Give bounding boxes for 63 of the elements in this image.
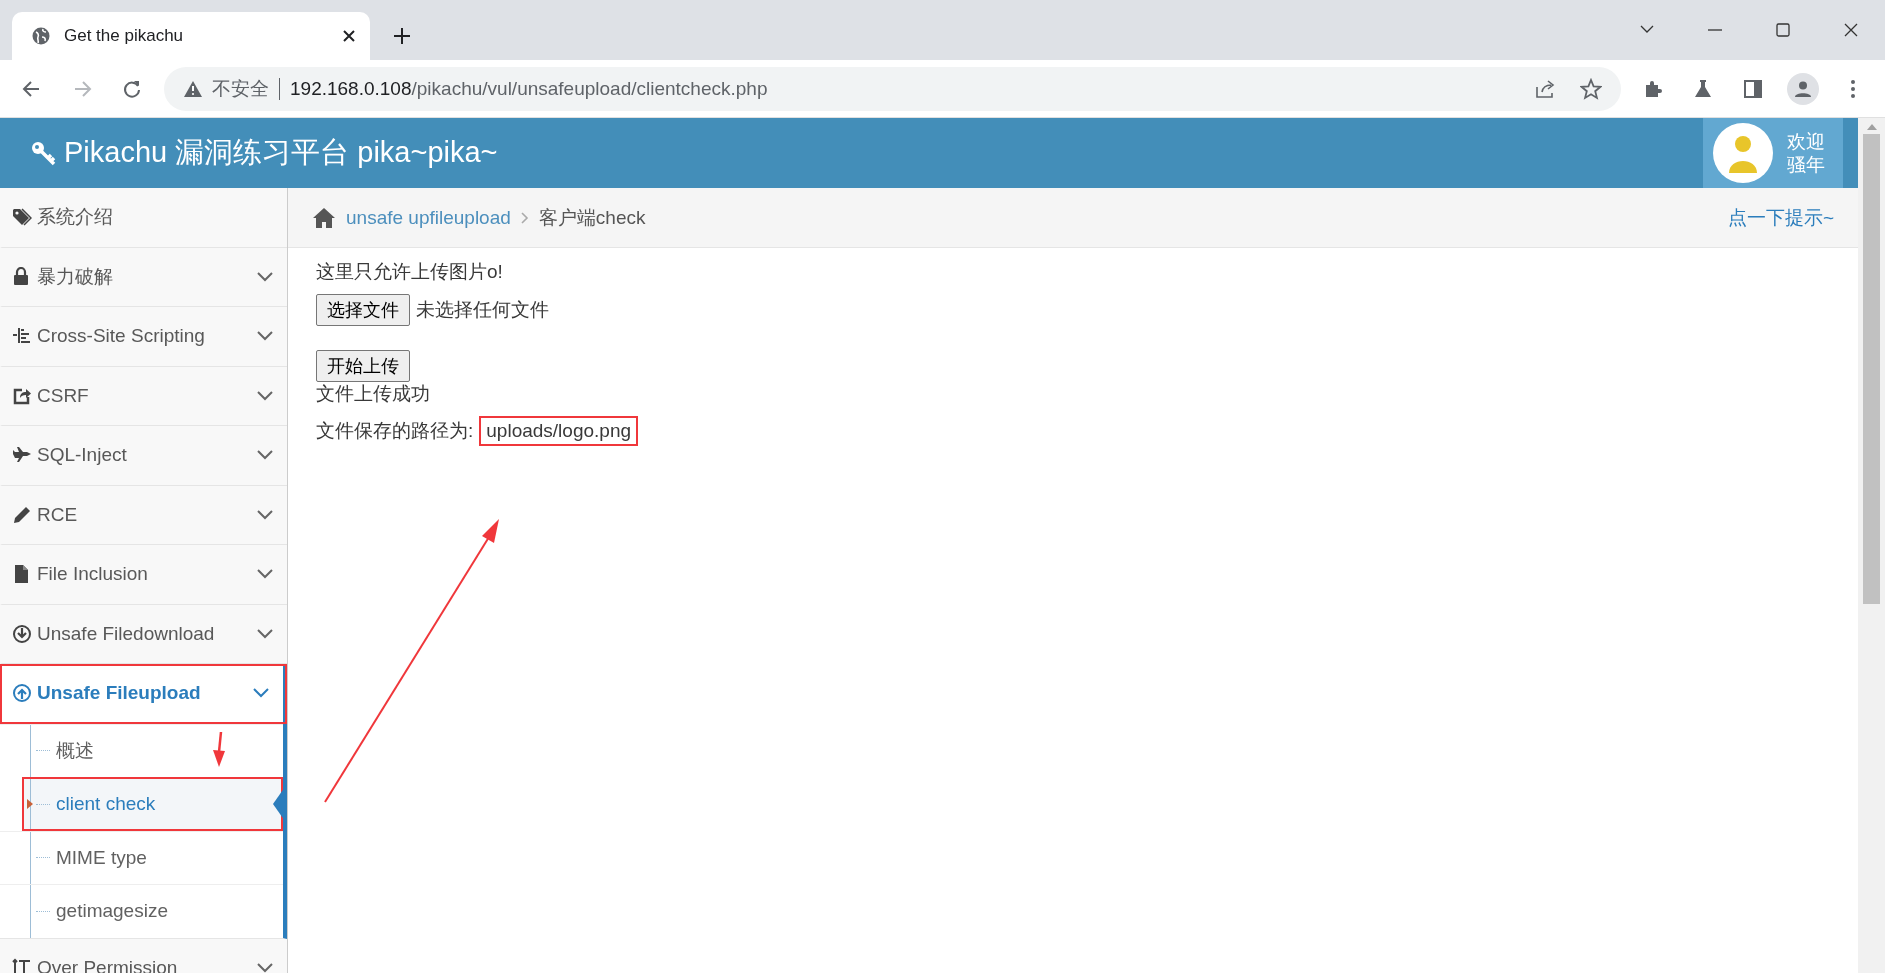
close-icon[interactable]: [1843, 22, 1859, 38]
sidebar-item[interactable]: 暴力破解: [0, 247, 287, 307]
browser-tab[interactable]: Get the pikachu: [12, 12, 370, 60]
pencil-icon: [12, 504, 32, 525]
submenu-item[interactable]: MIME type: [0, 830, 283, 884]
path-label: 文件保存的路径为:: [316, 419, 474, 443]
plus-icon[interactable]: [393, 27, 411, 45]
key-icon: [30, 140, 56, 166]
menu-icon[interactable]: [1850, 78, 1856, 99]
submenu-item[interactable]: getimagesize: [0, 884, 283, 938]
download-circle-icon: [12, 623, 32, 644]
sidebar-item[interactable]: SQL-Inject: [0, 426, 287, 486]
share-icon[interactable]: [1534, 77, 1556, 100]
choose-file-button[interactable]: 选择文件: [316, 294, 410, 326]
site-title: Pikachu 漏洞练习平台 pika~pika~: [64, 135, 498, 170]
upload-circle-icon: [12, 683, 32, 704]
chevron-down-icon: [257, 628, 273, 639]
chevron-right-icon: [520, 211, 529, 224]
result-text: 文件上传成功: [316, 382, 430, 406]
submenu-item[interactable]: 概述: [0, 723, 283, 777]
person-icon: [1794, 79, 1812, 98]
welcome-text: 欢迎 骚年: [1787, 130, 1825, 176]
sidebar-item[interactable]: File Inclusion: [0, 545, 287, 605]
chevron-down-icon: [257, 390, 273, 401]
scroll-up-icon: [1866, 124, 1877, 130]
hint-link[interactable]: 点一下提示~: [1727, 204, 1834, 231]
path-value: uploads/logo.png: [479, 416, 639, 446]
sidebar-item[interactable]: Over Permission: [0, 938, 287, 973]
scrollbar[interactable]: [1858, 118, 1885, 973]
sidebar-item[interactable]: Cross-Site Scripting: [0, 307, 287, 367]
star-icon[interactable]: [1580, 77, 1602, 100]
upload-button[interactable]: 开始上传: [316, 350, 410, 382]
flask-icon[interactable]: [1692, 77, 1714, 100]
caret-right-icon: [27, 799, 33, 810]
sidebar-item[interactable]: CSRF: [0, 366, 287, 426]
home-icon[interactable]: [312, 206, 336, 229]
chevron-down-icon: [257, 962, 273, 973]
globe-icon: [32, 27, 50, 45]
sidebar-item[interactable]: RCE: [0, 485, 287, 545]
security-label: 不安全: [212, 76, 269, 101]
annotation-arrow: [213, 731, 225, 767]
sidebar-item[interactable]: Unsafe Fileupload: [0, 664, 287, 724]
close-icon[interactable]: [342, 29, 356, 43]
scrollbar-thumb[interactable]: [1863, 134, 1880, 604]
chevron-down-icon: [257, 509, 273, 520]
maximize-icon[interactable]: [1775, 22, 1791, 38]
tag-icon: [12, 207, 32, 228]
address-bar[interactable]: 不安全 192.168.0.108/pikachu/vul/unsafeupload/clientcheck.php: [164, 66, 1621, 111]
warning-icon: [184, 80, 202, 97]
notice-text: 这里只允许上传图片o!: [316, 260, 503, 284]
breadcrumb-current: 客户端check: [538, 205, 646, 230]
profile-avatar[interactable]: [1787, 72, 1819, 105]
text-height-icon: [12, 957, 32, 973]
url-text: 192.168.0.108/pikachu/vul/unsafeupload/clientcheck.php: [290, 77, 769, 100]
file-status: 未选择任何文件: [416, 298, 549, 322]
chevron-down-icon: [253, 688, 269, 699]
side-panel-icon[interactable]: [1742, 77, 1764, 100]
user-silhouette-icon: [1726, 133, 1760, 173]
chevron-down-icon: [257, 271, 273, 282]
chevron-down-icon: [257, 331, 273, 342]
chevron-down-icon: [257, 569, 273, 580]
chevron-down-icon: [257, 450, 273, 461]
sidebar-item[interactable]: 系统介绍: [0, 188, 287, 248]
